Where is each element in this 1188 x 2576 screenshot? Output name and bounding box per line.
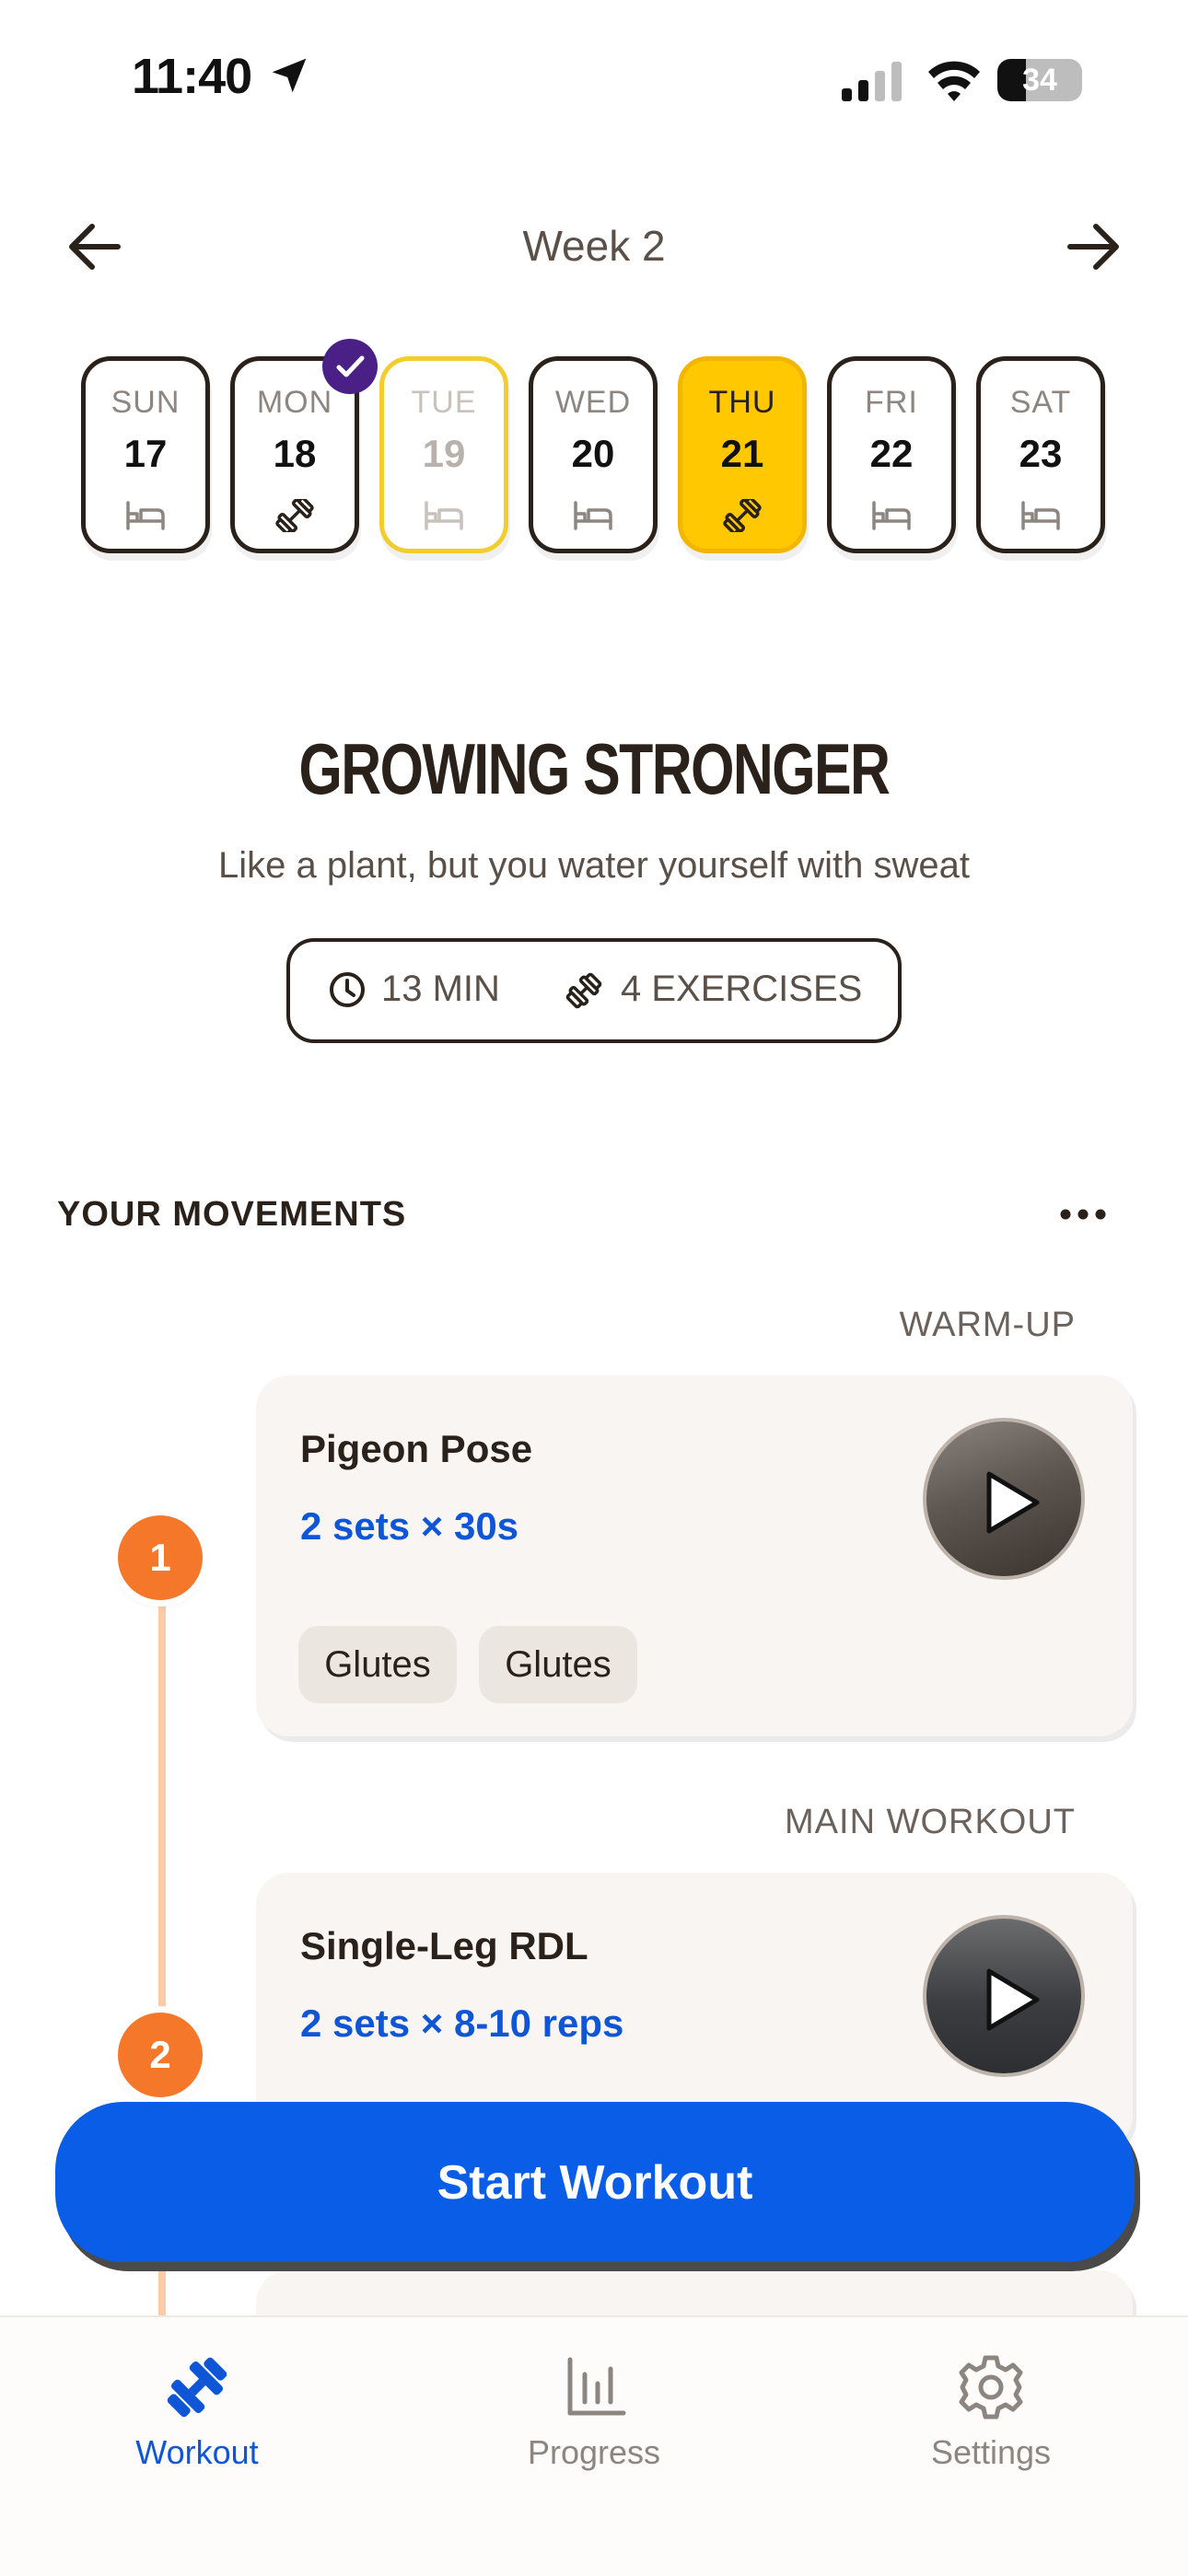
bed-icon [423,499,465,532]
arrow-right-icon[interactable] [1061,217,1125,276]
exercise-name: Pigeon Pose [300,1427,533,1470]
exercise-name: Single-Leg RDL [300,1924,588,1967]
tab-progress[interactable]: Progress [456,2350,732,2472]
day-name: TUE [411,385,477,420]
more-options-icon[interactable] [1059,1206,1107,1223]
workout-subtitle: Like a plant, but you water yourself wit… [218,845,970,886]
location-arrow-icon [272,58,307,93]
workout-title: GROWING STRONGER [298,728,891,809]
start-workout-button[interactable]: Start Workout [55,2102,1135,2262]
tab-workout[interactable]: Workout [59,2350,335,2472]
gear-icon [959,2355,1023,2419]
exercise-card[interactable]: Pigeon Pose 2 sets × 30s Glutes Glutes [256,1375,1133,1736]
day-card-tue[interactable]: TUE 19 [379,356,508,553]
day-name: FRI [865,385,918,420]
day-name: SAT [1009,385,1072,420]
dumbbell-icon [274,496,316,535]
day-card-thu[interactable]: THU 21 [678,356,807,553]
exercise-count-label: 4 EXERCISES [621,969,863,1009]
tab-label: Workout [135,2433,259,2471]
battery-indicator: 34 [997,59,1082,101]
day-number: 22 [869,432,914,475]
exercise-sets: 2 sets × 8-10 reps [300,2002,624,2045]
cellular-signal-icon [842,62,902,101]
muscle-tag: Glutes [298,1626,457,1703]
wifi-icon [928,61,980,101]
day-name: SUN [111,385,181,420]
week-title: Week 2 [522,222,666,270]
group-label-warm-up: WARM-UP [899,1305,1076,1344]
day-number: 23 [1019,432,1063,475]
exercise-video-thumbnail[interactable] [923,1915,1085,2077]
day-card-wed[interactable]: WED 20 [529,356,658,553]
day-number: 17 [123,432,168,475]
day-number: 19 [422,432,466,475]
bar-chart-icon [567,2357,626,2416]
muscle-tag: Glutes [479,1626,637,1703]
group-label-main-workout: MAIN WORKOUT [785,1803,1076,1841]
bed-icon [572,499,614,532]
clock-icon [330,972,365,1007]
bed-icon [1019,499,1062,532]
check-icon [336,355,365,377]
status-time: 11:40 [132,49,252,104]
day-number: 20 [571,432,615,475]
bed-icon [870,499,913,532]
day-card-sat[interactable]: SAT 23 [976,356,1105,553]
dumbbell-icon [167,2357,227,2418]
exercise-video-thumbnail[interactable] [923,1418,1085,1580]
exercise-sets: 2 sets × 30s [300,1504,519,1548]
day-card-fri[interactable]: FRI 22 [827,356,956,553]
section-title: YOUR MOVEMENTS [57,1195,407,1234]
step-number: 2 [118,2013,203,2097]
completed-badge [322,339,378,394]
bed-icon [124,499,167,532]
dumbbell-icon [565,972,602,1009]
tab-label: Progress [527,2433,661,2471]
day-name: THU [708,385,776,420]
step-number: 1 [118,1515,203,1600]
tab-settings[interactable]: Settings [853,2350,1129,2472]
tab-label: Settings [930,2433,1052,2471]
day-number: 18 [273,432,317,475]
day-name: WED [554,385,632,420]
play-icon [986,1471,1040,1534]
day-number: 21 [720,432,764,475]
day-card-sun[interactable]: SUN 17 [81,356,210,553]
dumbbell-icon [721,496,763,535]
duration-label: 13 MIN [381,969,500,1009]
battery-percent: 34 [1022,63,1057,98]
play-icon [986,1968,1040,2031]
